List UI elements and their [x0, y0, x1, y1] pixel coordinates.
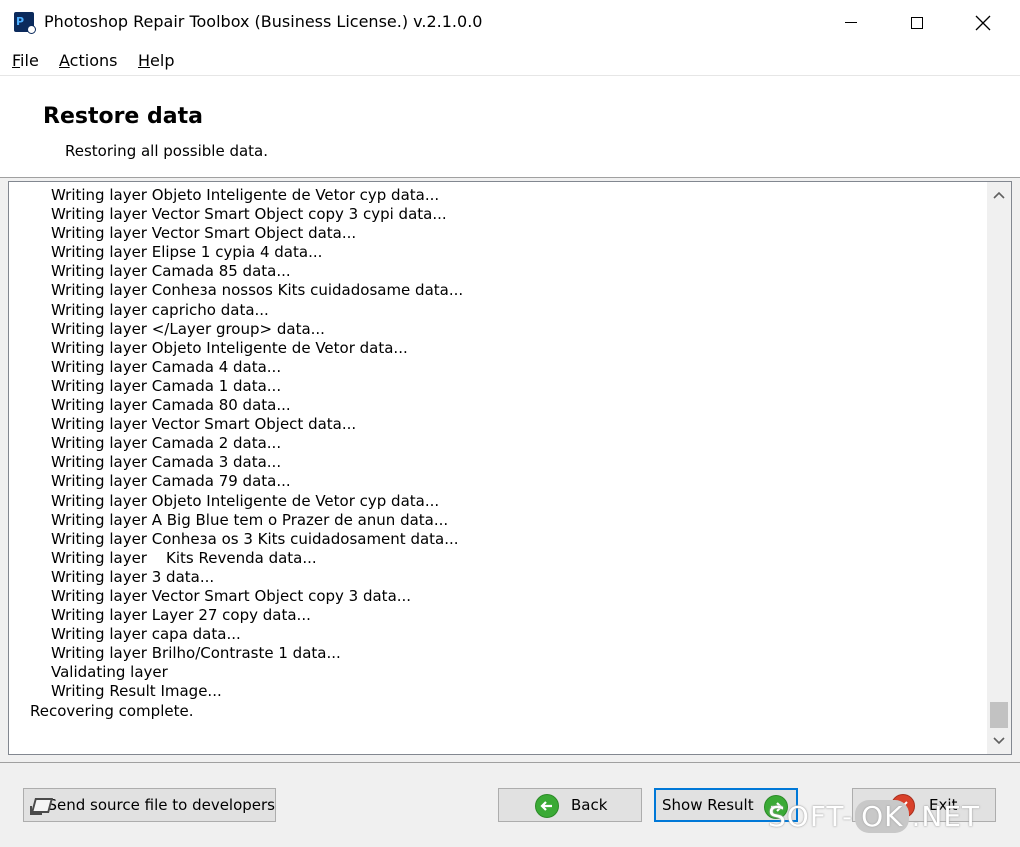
- scroll-down-button[interactable]: [987, 728, 1011, 754]
- log-line: Writing layer capricho data...: [51, 300, 269, 319]
- log-line: Writing layer Camada 1 data...: [51, 376, 282, 395]
- back-arrow-icon: [535, 794, 559, 818]
- maximize-button[interactable]: [894, 0, 940, 45]
- log-line: Writing layer Brilho/Contraste 1 data...: [51, 644, 341, 663]
- back-button-label: Back: [571, 796, 608, 814]
- menu-help[interactable]: Help: [138, 51, 174, 70]
- close-button[interactable]: [960, 0, 1006, 45]
- log-line: Writing layer Camada 79 data...: [51, 472, 291, 491]
- menu-file-accel: F: [12, 51, 21, 70]
- menu-actions-accel: A: [59, 51, 70, 70]
- menu-actions[interactable]: Actions: [59, 51, 117, 70]
- log-line: Validating layer: [51, 663, 168, 682]
- log-lines: Writing layer Objeto Inteligente de Veto…: [9, 186, 985, 751]
- maximize-icon: [911, 16, 923, 29]
- log-line: Writing layer A Big Blue tem o Prazer de…: [51, 510, 449, 529]
- menu-help-label: elp: [150, 51, 175, 70]
- menu-file[interactable]: File: [12, 51, 39, 70]
- send-source-file-button[interactable]: Send source file to developers: [23, 788, 276, 822]
- scroll-up-button[interactable]: [987, 182, 1011, 208]
- app-window: P Photoshop Repair Toolbox (Business Lic…: [0, 0, 1020, 847]
- watermark-ok: OK: [855, 800, 910, 833]
- page-title: Restore data: [43, 104, 203, 129]
- log-line: Writing layer Objeto Inteligente de Veto…: [51, 338, 408, 357]
- log-line: Writing layer Camada 80 data...: [51, 396, 291, 415]
- log-line: Writing layer Camada 3 data...: [51, 453, 282, 472]
- window-title: Photoshop Repair Toolbox (Business Licen…: [44, 12, 483, 31]
- watermark-left: SOFT-: [768, 800, 854, 833]
- log-line: Writing layer Vector Smart Object copy 3…: [51, 586, 412, 605]
- send-button-label: Send source file to developers: [47, 796, 276, 814]
- chevron-down-icon: [993, 737, 1005, 745]
- page-subtitle: Restoring all possible data.: [65, 142, 269, 160]
- menu-actions-label: ctions: [69, 51, 118, 70]
- photoshop-app-icon: P: [14, 12, 36, 34]
- log-line: Writing layer Vector Smart Object copy 3…: [51, 205, 447, 224]
- log-line: Writing layer Objeto Inteligente de Veto…: [51, 491, 440, 510]
- show-result-label: Show Result: [662, 796, 754, 814]
- log-final-line: Recovering complete.: [30, 701, 194, 720]
- log-line: Writing layer </Layer group> data...: [51, 319, 325, 338]
- log-line: Writing layer capa data...: [51, 625, 241, 644]
- log-line: Writing layer Conheзa os 3 Kits cuidados…: [51, 529, 459, 548]
- log-scrollbar[interactable]: [987, 182, 1011, 754]
- footer-divider: [0, 762, 1020, 763]
- back-button[interactable]: Back: [498, 788, 642, 822]
- scroll-thumb[interactable]: [990, 702, 1008, 728]
- menu-bar: File Actions Help: [0, 45, 1020, 75]
- app-icon-letter: P: [16, 15, 25, 28]
- log-line: Writing layer Camada 2 data...: [51, 434, 282, 453]
- log-line: Writing layer Layer 27 copy data...: [51, 606, 311, 625]
- menu-file-label: ile: [20, 51, 39, 70]
- log-line: Writing layer Camada 85 data...: [51, 262, 291, 281]
- log-line: Writing layer Vector Smart Object data..…: [51, 415, 357, 434]
- header-divider: [0, 177, 1020, 178]
- log-line: Writing Result Image...: [51, 682, 222, 701]
- minimize-icon: [845, 22, 857, 23]
- log-line: Writing layer Kits Revenda data...: [51, 548, 317, 567]
- log-line: Writing layer Elipse 1 cypia 4 data...: [51, 243, 323, 262]
- log-line: Writing layer Camada 4 data...: [51, 357, 282, 376]
- wizard-header: Restore data Restoring all possible data…: [0, 75, 1020, 178]
- watermark-right: .NET: [911, 800, 981, 833]
- close-icon: [975, 15, 991, 30]
- log-line: Writing layer 3 data...: [51, 567, 215, 586]
- watermark: SOFT- OK .NET: [768, 800, 980, 833]
- app-icon-badge: [27, 25, 36, 34]
- menu-help-accel: H: [138, 51, 151, 70]
- log-line: Writing layer Objeto Inteligente de Veto…: [51, 186, 440, 204]
- title-bar[interactable]: P Photoshop Repair Toolbox (Business Lic…: [0, 0, 1020, 45]
- send-file-icon: [30, 795, 54, 815]
- recovery-log[interactable]: Writing layer Objeto Inteligente de Veto…: [8, 181, 1012, 755]
- log-line: Writing layer Vector Smart Object data..…: [51, 224, 357, 243]
- chevron-up-icon: [993, 191, 1005, 199]
- minimize-button[interactable]: [828, 0, 874, 45]
- log-line: Writing layer Conheзa nossos Kits cuidad…: [51, 281, 464, 300]
